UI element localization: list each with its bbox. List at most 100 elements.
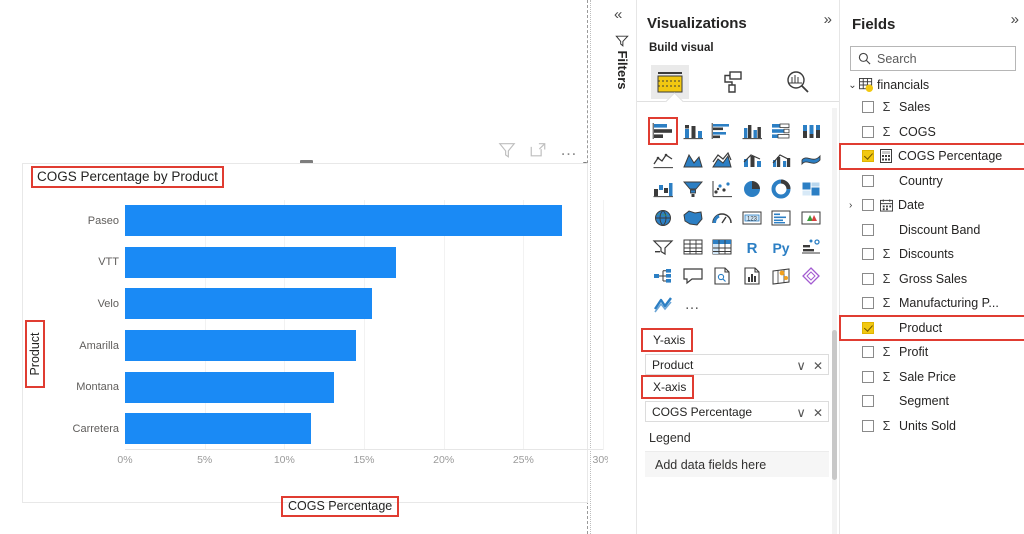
filter-icon[interactable] (498, 141, 516, 159)
field-item-manufacturing-p[interactable]: Σ Manufacturing P... (840, 291, 1024, 316)
remove-field-icon[interactable]: ✕ (813, 359, 823, 373)
viz-type-100-stacked-column-chart[interactable] (797, 118, 825, 144)
field-checkbox[interactable] (862, 395, 874, 408)
viz-type-decomposition-tree[interactable] (649, 263, 677, 289)
viz-type-r-script-visual[interactable]: R (738, 234, 766, 260)
field-item-country[interactable]: Country (840, 169, 1024, 194)
tab-analytics[interactable] (779, 65, 817, 99)
more-options-icon[interactable]: … (560, 141, 579, 158)
bar-row[interactable] (125, 200, 585, 242)
viz-type-ribbon-chart[interactable] (797, 147, 825, 173)
well-chip-x-axis[interactable]: COGS Percentage ∨ ✕ (645, 401, 829, 422)
viz-type-100-stacked-bar-chart[interactable] (767, 118, 795, 144)
viz-type-table[interactable] (679, 234, 707, 260)
field-checkbox[interactable] (862, 125, 874, 138)
fields-list[interactable]: Σ Sales Σ COGS COGS Percentage Country › Date Di… (839, 95, 1024, 439)
viz-type-kpi[interactable] (797, 205, 825, 231)
collapse-filters-icon[interactable]: « (614, 6, 622, 23)
field-checkbox[interactable] (862, 297, 874, 310)
viz-type-gauge[interactable] (708, 205, 736, 231)
field-checkbox[interactable] (862, 101, 874, 114)
bar[interactable] (125, 205, 562, 237)
more-visuals-icon[interactable]: … (679, 292, 707, 318)
bar-series[interactable] (125, 200, 585, 450)
viz-type-scatter-chart[interactable] (708, 176, 736, 202)
visualizations-scrollbar[interactable] (832, 330, 837, 480)
viz-type-line-clustered-column-chart[interactable] (767, 147, 795, 173)
field-checkbox[interactable] (862, 174, 874, 187)
field-checkbox[interactable] (862, 223, 874, 236)
viz-type-line-stacked-column-chart[interactable] (738, 147, 766, 173)
viz-type-qa-visual[interactable] (679, 263, 707, 289)
tab-format-visual[interactable] (715, 65, 753, 99)
field-item-segment[interactable]: Segment (840, 389, 1024, 414)
field-item-discount-band[interactable]: Discount Band (840, 218, 1024, 243)
viz-type-map[interactable] (649, 205, 677, 231)
field-item-sales[interactable]: Σ Sales (840, 95, 1024, 120)
fields-table-financials[interactable]: ⌄ financials (840, 71, 1024, 95)
field-checkbox[interactable] (862, 150, 874, 163)
viz-type-power-apps[interactable] (797, 263, 825, 289)
viz-type-area-chart[interactable] (679, 147, 707, 173)
viz-type-smart-narrative[interactable] (708, 263, 736, 289)
viz-type-multi-row-card[interactable] (767, 205, 795, 231)
expand-fields-icon[interactable]: » (1011, 11, 1019, 28)
field-checkbox[interactable] (862, 248, 874, 261)
well-chip-y-axis[interactable]: Product ∨ ✕ (645, 354, 829, 375)
visual-header-toolbar[interactable]: … (498, 138, 590, 162)
field-checkbox[interactable] (862, 321, 874, 334)
viz-type-line-chart[interactable] (649, 147, 677, 173)
viz-type-stacked-column-chart[interactable] (679, 118, 707, 144)
chevron-down-icon[interactable]: ∨ (796, 405, 806, 421)
field-wells[interactable]: Y-axis Product ∨ ✕ X-axis COGS Percentage ∨ ✕ Le… (637, 328, 839, 477)
field-item-units-sold[interactable]: Σ Units Sold (840, 414, 1024, 439)
viz-type-key-influencers[interactable] (797, 234, 825, 260)
viz-type-python-visual[interactable]: Py (767, 234, 795, 260)
bar[interactable] (125, 288, 372, 320)
viz-type-slicer[interactable] (649, 234, 677, 260)
viz-type-stacked-bar-chart[interactable] (648, 117, 678, 145)
viz-type-paginated-report[interactable] (738, 263, 766, 289)
field-checkbox[interactable] (862, 346, 874, 359)
field-checkbox[interactable] (862, 419, 874, 432)
field-item-profit[interactable]: Σ Profit (840, 340, 1024, 365)
bar-row[interactable] (125, 408, 585, 450)
viz-type-clustered-bar-chart[interactable] (708, 118, 736, 144)
field-checkbox[interactable] (862, 199, 874, 212)
field-checkbox[interactable] (862, 272, 874, 285)
chevron-down-icon[interactable]: ∨ (796, 358, 806, 374)
viz-type-treemap[interactable] (797, 176, 825, 202)
viz-type-pie-chart[interactable] (738, 176, 766, 202)
report-canvas[interactable]: … COGS Percentage by Product Product Pas… (0, 0, 614, 534)
tab-build-visual[interactable] (651, 65, 689, 99)
visualizations-tabs[interactable] (637, 57, 839, 111)
field-item-cogs-percentage[interactable]: COGS Percentage (839, 143, 1024, 170)
fields-pane[interactable]: Fields » Search ⌄ financials Σ Sales Σ COGS… (839, 0, 1024, 534)
field-item-cogs[interactable]: Σ COGS (840, 120, 1024, 145)
viz-type-filled-map[interactable] (679, 205, 707, 231)
focus-mode-icon[interactable] (529, 141, 547, 159)
viz-type-azure-map[interactable] (767, 263, 795, 289)
expand-visualizations-icon[interactable]: » (824, 11, 832, 28)
viz-type-power-automate[interactable] (649, 292, 677, 318)
legend-well-dropzone[interactable]: Add data fields here (645, 451, 829, 477)
bar[interactable] (125, 413, 312, 445)
bar[interactable] (125, 371, 334, 403)
bar-row[interactable] (125, 242, 585, 284)
chevron-right-icon[interactable]: › (849, 200, 852, 211)
bar-row[interactable] (125, 325, 585, 367)
search-input[interactable]: Search (850, 46, 1016, 71)
viz-type-stacked-area-chart[interactable] (708, 147, 736, 173)
field-item-sale-price[interactable]: Σ Sale Price (840, 365, 1024, 390)
bar-row[interactable] (125, 366, 585, 408)
visualization-type-gallery[interactable]: 123 R Py… (648, 117, 827, 318)
field-item-discounts[interactable]: Σ Discounts (840, 242, 1024, 267)
viz-type-donut-chart[interactable] (767, 176, 795, 202)
field-item-product[interactable]: Product (839, 314, 1024, 341)
chevron-down-icon[interactable]: ⌄ (846, 80, 859, 91)
field-item-gross-sales[interactable]: Σ Gross Sales (840, 267, 1024, 292)
field-item-date[interactable]: › Date (840, 193, 1024, 218)
bar-chart-visual[interactable]: COGS Percentage by Product Product Paseo… (22, 163, 614, 517)
visualizations-pane[interactable]: Visualizations » Build visual 123 R Py …… (637, 0, 840, 534)
filters-pane-collapsed[interactable]: « Filters (608, 0, 637, 534)
